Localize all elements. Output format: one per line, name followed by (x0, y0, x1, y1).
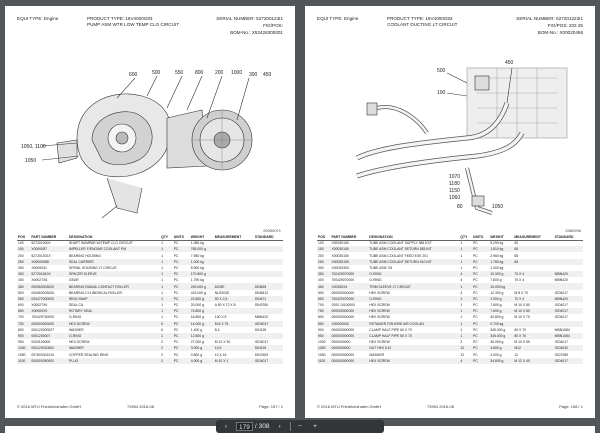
table-cell: 34.600 g (489, 357, 514, 364)
fig-pos: FIG/POS: (263, 23, 283, 28)
serial-number: SERIAL NUMBER: 527201223I1 (516, 16, 583, 21)
callout-label: 300 (249, 72, 258, 78)
callout-label: 1070 (449, 174, 460, 180)
callout-label: 80 (457, 204, 463, 210)
table-cell: 4.000 g (189, 357, 214, 364)
table-cell: ISO4017 (253, 357, 283, 364)
table-cell: PC (472, 357, 490, 364)
figure-id: 20000071 (263, 228, 281, 233)
copyright: © 2016 MTU Friedrichshafen GmbH (317, 404, 382, 409)
document-page-left: EQUI TYPE: Engine PRODUCT TYPE: 16V4000G… (5, 6, 295, 418)
copyright: © 2016 MTU Friedrichshafen GmbH (17, 404, 82, 409)
page-label: Page: 158 / 1 (559, 404, 583, 409)
fig-pos: FIG/POS: 203 25 (547, 23, 583, 28)
table-row: 1100 000000000000 HEX SCREW 4 PC 34.600 gM 12… (317, 357, 583, 364)
chevron-right-icon[interactable]: › (275, 422, 285, 432)
callout-label: 1000 (231, 70, 242, 76)
page-indicator: 179 / 308 (236, 422, 270, 431)
page-header: EQUI TYPE: Engine PRODUCT TYPE: 16V4000G… (17, 16, 283, 52)
table-cell: 000000090002 (30, 357, 68, 364)
table-cell: 4 (459, 357, 473, 364)
page-separator: / (254, 423, 257, 430)
table-cell: PC (172, 357, 190, 364)
equip-type: EQUI TYPE: Engine (317, 16, 359, 21)
assembly-description: PUMP ASM WTR LOW TEMP CLG CIRCUIT (87, 22, 180, 27)
callout-label: 550 (175, 70, 184, 76)
table-cell: ISO4017 (553, 357, 583, 364)
callout-label: 1050 (492, 204, 503, 210)
document-number: 73954 2016-08 (427, 404, 454, 409)
callout-label: 1050, 1100 (21, 144, 46, 150)
callout-label: 200 (215, 70, 224, 76)
bom-number: BOM-No.: X00020456 (537, 30, 583, 35)
callout-label: 800 (195, 70, 204, 76)
chevron-left-icon[interactable]: ‹ (221, 422, 231, 432)
pdf-toolbar: ‹ 179 / 308 › − + (216, 420, 384, 433)
toolbar-divider (289, 422, 291, 431)
parts-table: POS PART NUMBER DESIGNATION QTY UNITS WEIGHT M… (317, 234, 583, 364)
product-type: PRODUCT TYPE: 16V4000G83 (387, 16, 453, 21)
callout-label: 500 (437, 68, 446, 74)
plus-icon[interactable]: + (310, 422, 320, 432)
serial-number: SERIAL NUMBER: 527200123I1 (216, 16, 283, 21)
callout-label: 600 (129, 72, 138, 78)
equip-type: EQUI TYPE: Engine (17, 16, 59, 21)
callout-label: 1150 (449, 188, 460, 194)
table-cell: 000000000000 (330, 357, 369, 364)
table-cell: HEX SCREW (368, 357, 460, 364)
callout-label: 1180 (449, 181, 460, 187)
minus-icon[interactable]: − (295, 422, 305, 432)
table-cell: M 12 X 40 (513, 357, 554, 364)
coolant-ducting-drawing: 500 100 450 1070 1180 1150 1060 80 1050 (355, 60, 568, 215)
callout-label: 1060 (449, 195, 460, 201)
total-pages: 308 (258, 423, 270, 430)
table-row: 1100 000000090002 PLUG 2 PC 4.000 gM 10 X 1 IS… (17, 357, 283, 364)
callout-label: 450 (263, 72, 272, 78)
figure-id: 208929b (565, 228, 581, 233)
assembly-description: COOLANT DUCTING LT CIRCUIT (387, 22, 458, 27)
callout-label: 450 (505, 60, 514, 66)
document-page-right: EQUI TYPE: Engine PRODUCT TYPE: 16V4000G… (305, 6, 595, 418)
parts-table: POS PART NUMBER DESIGNATION QTY UNITS WEIGHT M… (17, 234, 283, 364)
table-cell: 1100 (17, 357, 31, 364)
document-number: 73954 2016-08 (127, 404, 154, 409)
current-page-input[interactable]: 179 (236, 422, 253, 431)
page-label: Page: 157 / 1 (259, 404, 283, 409)
page-header: EQUI TYPE: Engine PRODUCT TYPE: 16V4000G… (317, 16, 583, 52)
pump-assembly-drawing: 600 500 550 800 200 1000 300 450 1050, 1… (21, 70, 272, 219)
product-type: PRODUCT TYPE: 16V4000G83 (87, 16, 153, 21)
table-cell: M 10 X 1 (213, 357, 254, 364)
bom-number: BOM-No.: X52426300001 (230, 30, 283, 35)
table-cell: 2 (160, 357, 173, 364)
callout-label: 1050 (25, 158, 36, 164)
callout-label: 500 (152, 70, 161, 76)
table-cell: 1100 (317, 357, 331, 364)
table-cell: PLUG (67, 357, 161, 364)
callout-label: 100 (437, 90, 446, 96)
